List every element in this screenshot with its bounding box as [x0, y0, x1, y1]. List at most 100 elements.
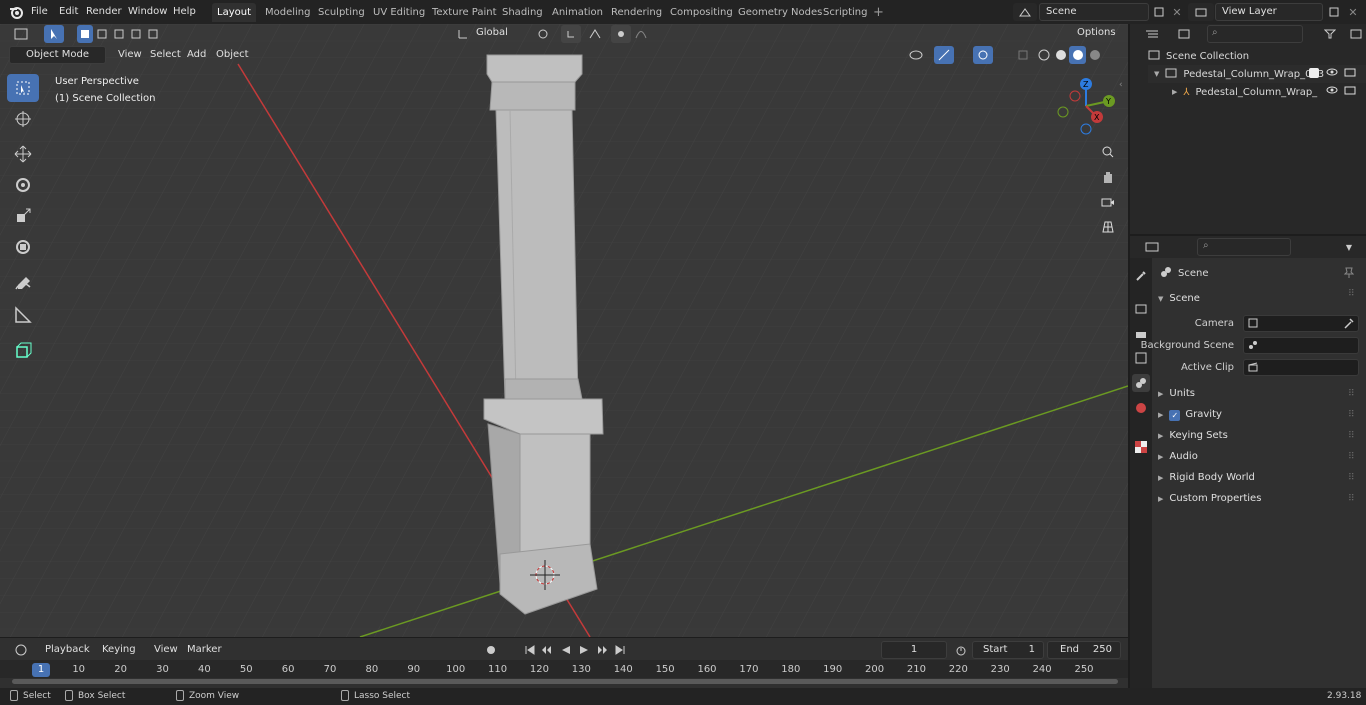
navigation-gizmo[interactable]: Z Y X — [1054, 76, 1116, 138]
snap-target-icon[interactable] — [582, 25, 608, 43]
perspective-toggle-icon[interactable] — [1097, 216, 1119, 238]
rotate-tool-icon[interactable] — [7, 171, 39, 199]
viewport-menu-add[interactable]: Add — [182, 46, 211, 64]
overlays-toggle-icon[interactable] — [973, 46, 993, 64]
auto-keying-icon[interactable] — [481, 641, 501, 659]
background-scene-field[interactable] — [1243, 337, 1359, 354]
scene-tab-icon[interactable] — [1132, 374, 1150, 392]
camera-view-icon[interactable] — [1097, 191, 1119, 213]
snap-toggle-icon[interactable] — [561, 25, 581, 43]
blender-logo-icon[interactable] — [8, 4, 24, 20]
properties-editor-type-icon[interactable] — [1138, 238, 1166, 256]
pin-icon[interactable] — [1343, 266, 1355, 281]
texture-tab-icon[interactable] — [1132, 438, 1150, 456]
tool-tab-icon[interactable] — [1132, 267, 1150, 285]
tab-rendering[interactable]: Rendering — [606, 3, 667, 22]
timeline-menu-view[interactable]: View — [149, 641, 183, 659]
jump-end-icon[interactable] — [611, 641, 628, 659]
world-tab-icon[interactable] — [1132, 399, 1150, 417]
menu-help[interactable]: Help — [169, 3, 200, 21]
outliner-new-collection-icon[interactable] — [1346, 25, 1366, 43]
timeline-scrollbar[interactable] — [12, 679, 1118, 684]
viewport-menu-view[interactable]: View — [113, 46, 147, 64]
menu-edit[interactable]: Edit — [55, 3, 82, 21]
start-frame-field[interactable]: Start 1 — [972, 641, 1044, 659]
xray-toggle-icon[interactable] — [1013, 46, 1033, 64]
gravity-checkbox[interactable]: ✓ — [1169, 409, 1181, 421]
tab-uv-editing[interactable]: UV Editing — [368, 3, 430, 22]
play-reverse-icon[interactable] — [557, 641, 574, 659]
outliner-filter-icon[interactable] — [1318, 25, 1342, 43]
units-panel[interactable]: ▶ Units — [1158, 384, 1195, 404]
add-cube-tool-icon[interactable] — [7, 336, 39, 364]
eye-visibility-icon[interactable] — [1326, 67, 1338, 80]
outliner-editor-type-icon[interactable] — [1138, 25, 1166, 43]
pivot-point-icon[interactable] — [530, 25, 556, 43]
timeline-menu-marker[interactable]: Marker — [182, 641, 227, 659]
proportional-editing-icon[interactable] — [611, 25, 631, 43]
expand-arrow-icon[interactable]: ▼ — [1154, 70, 1159, 78]
preview-range-icon[interactable] — [951, 641, 971, 659]
camera-render-icon[interactable] — [1344, 67, 1356, 80]
move-tool-icon[interactable] — [7, 140, 39, 168]
tab-sculpting[interactable]: Sculpting — [313, 3, 370, 22]
transform-orientation-icon[interactable] — [455, 25, 471, 43]
shading-solid-icon[interactable] — [1052, 46, 1069, 64]
scene-section-header[interactable]: ▼ Scene — [1158, 289, 1200, 309]
measure-tool-icon[interactable] — [7, 301, 39, 329]
current-frame-field[interactable]: 1 — [881, 641, 947, 659]
next-keyframe-icon[interactable] — [593, 641, 610, 659]
select-tool-mode-icon[interactable] — [44, 25, 64, 43]
end-frame-field[interactable]: End 250 — [1047, 641, 1121, 659]
expand-arrow-icon[interactable]: ▶ — [1172, 88, 1177, 96]
active-clip-field[interactable] — [1243, 359, 1359, 376]
select-subtract-icon[interactable] — [111, 25, 127, 43]
falloff-icon[interactable] — [631, 25, 651, 43]
editor-type-icon[interactable] — [8, 25, 34, 43]
tab-animation[interactable]: Animation — [547, 3, 608, 22]
sidebar-toggle-icon[interactable]: ‹ — [1119, 80, 1123, 90]
rigid-body-world-panel[interactable]: ▶ Rigid Body World — [1158, 468, 1255, 488]
camera-render-icon[interactable] — [1344, 85, 1356, 98]
prev-keyframe-icon[interactable] — [538, 641, 555, 659]
custom-properties-panel[interactable]: ▶ Custom Properties — [1158, 489, 1261, 509]
menu-file[interactable]: File — [27, 3, 52, 21]
gizmo-toggle-icon[interactable] — [934, 46, 954, 64]
exclude-checkbox[interactable] — [1309, 68, 1319, 78]
render-tab-icon[interactable] — [1132, 299, 1150, 317]
select-difference-icon[interactable] — [128, 25, 144, 43]
viewport-menu-select[interactable]: Select — [145, 46, 186, 64]
scene-selector-icon[interactable] — [1013, 3, 1037, 21]
transform-orientation-dropdown[interactable]: Global — [470, 25, 524, 43]
cursor-tool-icon[interactable] — [7, 105, 39, 133]
view-layer-field[interactable]: View Layer — [1215, 3, 1323, 21]
properties-search-input[interactable] — [1197, 238, 1291, 256]
delete-scene-icon[interactable]: ✕ — [1167, 3, 1187, 21]
tab-modeling[interactable]: Modeling — [260, 3, 316, 22]
menu-render[interactable]: Render — [82, 3, 126, 21]
3d-viewport[interactable] — [0, 24, 1128, 637]
play-icon[interactable] — [575, 641, 592, 659]
tab-layout[interactable]: Layout — [212, 3, 256, 22]
shading-material-icon[interactable] — [1069, 46, 1086, 64]
zoom-icon[interactable] — [1097, 141, 1119, 163]
gravity-panel[interactable]: ▶ ✓ Gravity — [1158, 405, 1222, 425]
drag-handle-icon[interactable]: ⠿ — [1348, 289, 1355, 299]
delete-view-layer-icon[interactable]: ✕ — [1343, 3, 1363, 21]
add-workspace-icon[interactable]: + — [868, 3, 889, 22]
new-scene-icon[interactable] — [1149, 3, 1169, 21]
shading-wireframe-icon[interactable] — [1035, 46, 1052, 64]
select-new-icon[interactable] — [77, 25, 93, 43]
camera-field[interactable] — [1243, 315, 1359, 332]
audio-panel[interactable]: ▶ Audio — [1158, 447, 1198, 467]
shading-rendered-icon[interactable] — [1086, 46, 1103, 64]
outliner-row-scene-collection[interactable]: Scene Collection — [1148, 47, 1366, 65]
pan-hand-icon[interactable] — [1097, 166, 1119, 188]
outliner-search-input[interactable] — [1207, 25, 1303, 43]
options-dropdown[interactable]: Options — [1071, 25, 1123, 43]
scale-tool-icon[interactable] — [7, 202, 39, 230]
viewport-menu-object[interactable]: Object — [211, 46, 254, 64]
select-extend-icon[interactable] — [94, 25, 110, 43]
jump-start-icon[interactable] — [521, 641, 538, 659]
tab-geometry-nodes[interactable]: Geometry Nodes — [733, 3, 827, 22]
